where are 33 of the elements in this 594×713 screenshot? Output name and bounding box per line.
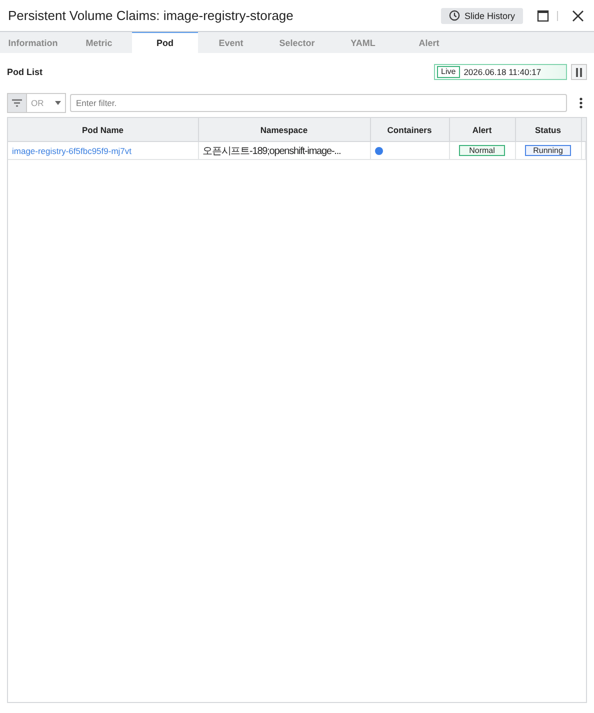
filter-button[interactable] <box>7 93 27 113</box>
tab[interactable]: Information <box>0 32 66 53</box>
table-cell: 오픈시프트-189;openshift-image-... <box>202 146 341 156</box>
filter-icon <box>12 99 22 107</box>
maximize-icon[interactable] <box>537 10 549 22</box>
column-header[interactable]: Status <box>515 118 581 142</box>
tab[interactable]: Alert <box>396 32 462 53</box>
pause-icon <box>575 68 583 76</box>
timestamp: 2026.06.18 11:40:17 <box>464 67 542 77</box>
live-badge: Live <box>437 66 460 78</box>
more-icon[interactable] <box>579 97 583 109</box>
column-header[interactable]: Pod Name <box>8 118 198 142</box>
tab[interactable]: Event <box>198 32 264 53</box>
caret-icon <box>55 101 61 105</box>
tab[interactable]: YAML <box>330 32 396 53</box>
tab[interactable]: Pod <box>132 32 198 53</box>
section-title: Pod List <box>7 67 44 77</box>
column-header[interactable]: Namespace <box>198 118 370 142</box>
tab[interactable]: Selector <box>264 32 330 53</box>
close-icon[interactable] <box>572 10 584 22</box>
alert-badge: Normal <box>459 145 505 156</box>
pause-button[interactable] <box>571 64 587 80</box>
filter-input[interactable]: Enter filter. <box>70 94 567 112</box>
window-title: Persistent Volume Claims: image-registry-storage <box>8 8 294 23</box>
pod-link[interactable]: image-registry-6f5fbc95f9-mj7vt <box>12 146 132 156</box>
operator-dropdown[interactable]: OR <box>27 93 66 113</box>
column-header[interactable]: Containers <box>370 118 449 142</box>
status-badge: Running <box>525 145 571 156</box>
clock-icon <box>449 10 460 21</box>
slide-history-button[interactable]: Slide History <box>441 8 523 24</box>
column-header[interactable]: Alert <box>449 118 515 142</box>
container-dot <box>374 147 382 156</box>
tab[interactable]: Metric <box>66 32 132 53</box>
